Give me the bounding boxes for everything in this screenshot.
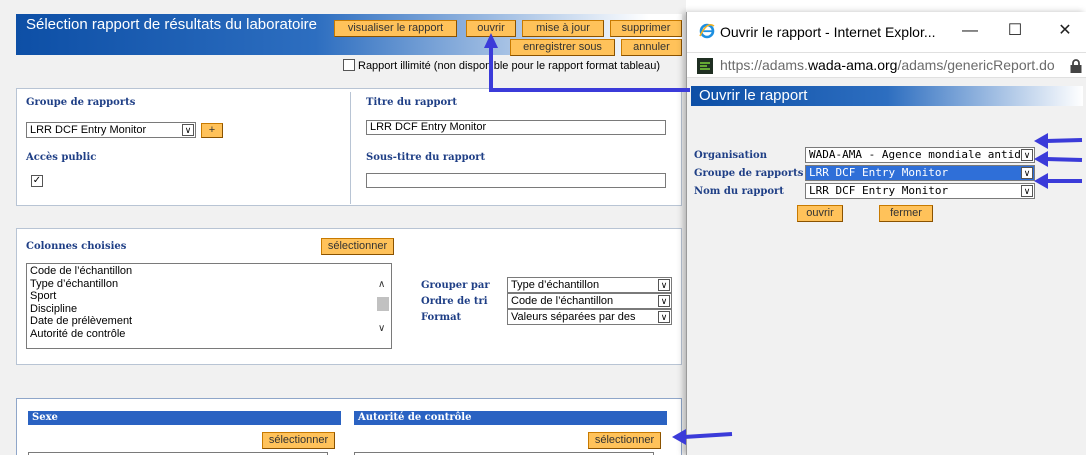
public-access-label: Accès public bbox=[26, 152, 97, 163]
window-title: Ouvrir le rapport - Internet Explor... bbox=[720, 24, 936, 40]
unlimited-report-label: Rapport illimité (non disponible pour le… bbox=[358, 60, 661, 72]
list-item[interactable]: Type d’échantillon bbox=[30, 278, 132, 291]
sort-order-value: Code de l’échantillon bbox=[511, 295, 614, 307]
popup-report-group-label: Groupe de rapports bbox=[694, 168, 804, 179]
url-prefix: https://adams. bbox=[720, 57, 808, 73]
popup-heading: Ouvrir le rapport bbox=[691, 86, 1083, 106]
report-selection-page: Sélection rapport de résultats du labora… bbox=[0, 0, 686, 455]
scroll-thumb[interactable] bbox=[377, 297, 389, 311]
report-name-select[interactable]: LRR DCF Entry Monitor ∨ bbox=[805, 183, 1035, 199]
add-report-group-button[interactable]: + bbox=[201, 123, 223, 138]
minimize-icon[interactable]: — bbox=[957, 20, 983, 42]
delete-button[interactable]: supprimer bbox=[610, 20, 682, 37]
format-value: Valeurs séparées par des bbox=[511, 311, 636, 323]
group-by-label: Grouper par bbox=[421, 280, 490, 291]
url-path: /adams/genericReport.do bbox=[897, 57, 1055, 73]
select-columns-button[interactable]: sélectionner bbox=[321, 238, 394, 255]
public-access-checkbox[interactable]: ✓ bbox=[31, 175, 43, 187]
unlimited-report-checkbox[interactable] bbox=[343, 59, 355, 71]
site-favicon-icon bbox=[697, 58, 713, 74]
list-item[interactable]: Code de l’échantillon bbox=[30, 265, 132, 278]
save-as-button[interactable]: enregistrer sous bbox=[510, 39, 615, 56]
list-item[interactable]: Discipline bbox=[30, 303, 132, 316]
testing-authority-section-header: Autorité de contrôle bbox=[354, 411, 667, 425]
report-subtitle-label: Sous-titre du rapport bbox=[366, 152, 486, 163]
chevron-down-icon: ∨ bbox=[1021, 149, 1033, 161]
report-subtitle-input[interactable] bbox=[366, 173, 666, 188]
popup-body: Ouvrir le rapport Organisation WADA-AMA … bbox=[687, 78, 1086, 455]
close-icon[interactable]: ✕ bbox=[1052, 20, 1078, 42]
popup-close-button[interactable]: fermer bbox=[879, 205, 933, 222]
chosen-columns-list[interactable]: Code de l’échantillon Type d’échantillon… bbox=[26, 263, 392, 349]
list-item[interactable]: Autorité de contrôle bbox=[30, 328, 132, 341]
report-title-input[interactable]: LRR DCF Entry Monitor bbox=[366, 120, 666, 135]
sort-order-label: Ordre de tri bbox=[421, 296, 488, 307]
sex-section-header: Sexe bbox=[28, 411, 341, 425]
maximize-icon[interactable]: ☐ bbox=[1002, 20, 1028, 42]
scroll-down-icon[interactable]: ∨ bbox=[378, 324, 385, 334]
view-report-button[interactable]: visualiser le rapport bbox=[334, 20, 457, 37]
open-button[interactable]: ouvrir bbox=[466, 20, 516, 37]
popup-report-group-select[interactable]: LRR DCF Entry Monitor ∨ bbox=[805, 165, 1035, 181]
filters-panel bbox=[16, 398, 682, 455]
url-text[interactable]: https://adams.wada-ama.org/adams/generic… bbox=[720, 57, 1055, 73]
format-label: Format bbox=[421, 312, 462, 323]
popup-open-button[interactable]: ouvrir bbox=[797, 205, 843, 222]
report-name-value: LRR DCF Entry Monitor bbox=[809, 184, 949, 197]
url-domain: wada-ama.org bbox=[807, 57, 898, 73]
format-select[interactable]: Valeurs séparées par des ∨ bbox=[507, 309, 672, 325]
popup-report-group-value: LRR DCF Entry Monitor bbox=[809, 166, 949, 179]
select-testing-authority-button[interactable]: sélectionner bbox=[588, 432, 661, 449]
chevron-down-icon: ∨ bbox=[182, 124, 194, 136]
panel-divider bbox=[350, 92, 351, 204]
scroll-up-icon[interactable]: ∧ bbox=[378, 280, 385, 290]
address-bar[interactable]: https://adams.wada-ama.org/adams/generic… bbox=[687, 52, 1086, 78]
cancel-button[interactable]: annuler bbox=[621, 39, 682, 56]
group-by-value: Type d’échantillon bbox=[511, 279, 600, 291]
chevron-down-icon: ∨ bbox=[1021, 185, 1033, 197]
window-titlebar: Ouvrir le rapport - Internet Explor... —… bbox=[687, 12, 1086, 52]
list-item[interactable]: Sport bbox=[30, 290, 132, 303]
organisation-label: Organisation bbox=[694, 150, 767, 161]
open-report-window: Ouvrir le rapport - Internet Explor... —… bbox=[686, 12, 1086, 455]
report-name-label: Nom du rapport bbox=[694, 186, 784, 197]
list-scrollbar[interactable]: ∧ ∨ bbox=[375, 264, 391, 348]
chevron-down-icon: ∨ bbox=[658, 295, 670, 307]
organisation-select[interactable]: WADA-AMA - Agence mondiale antido ∨ bbox=[805, 147, 1035, 163]
organisation-value: WADA-AMA - Agence mondiale antido bbox=[809, 148, 1028, 161]
internet-explorer-icon bbox=[699, 23, 715, 39]
report-group-label: Groupe de rapports bbox=[26, 97, 136, 108]
page-title: Sélection rapport de résultats du labora… bbox=[26, 16, 318, 33]
chevron-down-icon: ∨ bbox=[658, 279, 670, 291]
group-by-select[interactable]: Type d’échantillon ∨ bbox=[507, 277, 672, 293]
update-button[interactable]: mise à jour bbox=[522, 20, 604, 37]
list-item[interactable]: Date de prélèvement bbox=[30, 315, 132, 328]
chevron-down-icon: ∨ bbox=[1021, 167, 1033, 179]
report-title-label: Titre du rapport bbox=[366, 97, 458, 108]
chevron-down-icon: ∨ bbox=[658, 311, 670, 323]
sort-order-select[interactable]: Code de l’échantillon ∨ bbox=[507, 293, 672, 309]
report-group-value: LRR DCF Entry Monitor bbox=[30, 124, 147, 136]
unlimited-report-option: Rapport illimité (non disponible pour le… bbox=[343, 59, 660, 73]
lock-icon bbox=[1070, 59, 1082, 73]
report-group-select[interactable]: LRR DCF Entry Monitor ∨ bbox=[26, 122, 196, 138]
chosen-columns-label: Colonnes choisies bbox=[26, 241, 127, 252]
select-sex-button[interactable]: sélectionner bbox=[262, 432, 335, 449]
